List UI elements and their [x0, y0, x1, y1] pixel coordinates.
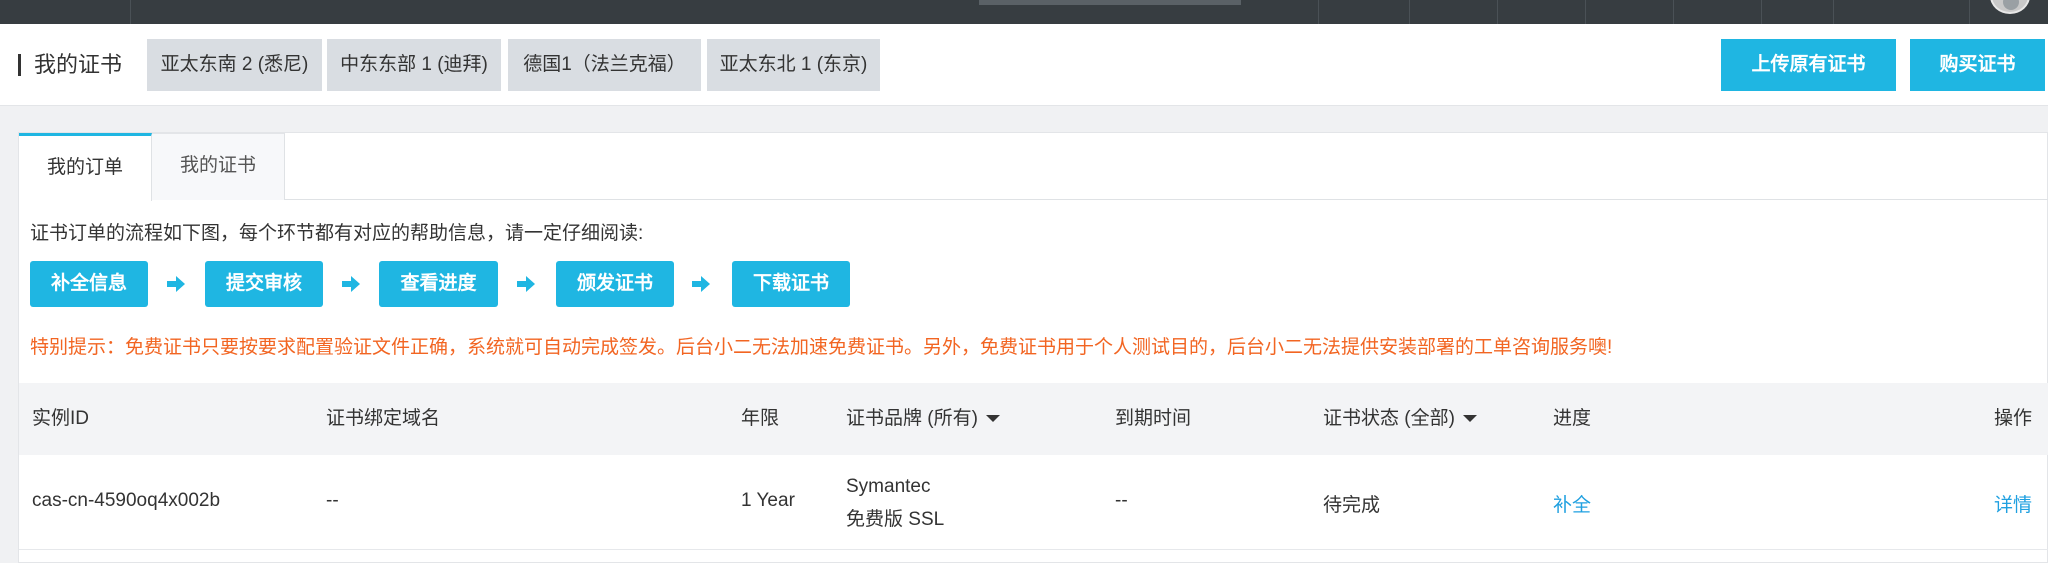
details-link[interactable]: 详情 — [1994, 490, 2032, 517]
search-input[interactable] — [979, 0, 1241, 5]
navbar-divider — [1585, 0, 1586, 24]
caret-down-icon — [985, 415, 1000, 423]
page-header: 我的证书 亚太东南 2 (悉尼) 中东东部 1 (迪拜) 德国1（法兰克福） 亚… — [0, 24, 2048, 106]
cell-brand-edition: 免费版 SSL — [846, 509, 945, 530]
arrow-right-icon — [342, 276, 360, 292]
arrow-right-icon — [167, 276, 185, 292]
buy-certificate-button[interactable]: 购买证书 — [1910, 39, 2045, 91]
page-title: 我的证书 — [18, 51, 122, 79]
navbar-divider — [1409, 0, 1410, 24]
column-brand-filter[interactable]: 证书品牌 (所有) — [846, 383, 1000, 455]
tab-bar: 我的订单 我的证书 — [19, 133, 2048, 201]
column-progress: 进度 — [1553, 408, 1592, 429]
navbar-divider — [1318, 0, 1319, 24]
cell-expire: -- — [1115, 490, 1128, 511]
column-expire: 到期时间 — [1115, 408, 1192, 429]
tab-my-certificates[interactable]: 我的证书 — [152, 133, 285, 200]
navbar-divider — [1969, 0, 1970, 24]
arrow-right-icon — [692, 276, 710, 292]
region-tab-tokyo[interactable]: 亚太东北 1 (东京) — [707, 39, 880, 91]
column-actions: 操作 — [1994, 408, 2033, 429]
column-brand-label: 证书品牌 (所有) — [846, 408, 978, 429]
complete-info-link[interactable]: 补全 — [1553, 490, 1591, 517]
upload-certificate-button[interactable]: 上传原有证书 — [1721, 39, 1896, 91]
navbar-divider — [1833, 0, 1834, 24]
cell-domain: -- — [326, 490, 339, 511]
cell-brand-name: Symantec — [846, 476, 931, 497]
main-panel: 我的订单 我的证书 证书订单的流程如下图，每个环节都有对应的帮助信息，请一定仔细… — [18, 132, 2048, 563]
process-intro-text: 证书订单的流程如下图，每个环节都有对应的帮助信息，请一定仔细阅读: — [30, 223, 644, 244]
table-row: cas-cn-4590oq4x002b -- 1 Year Symantec 免… — [19, 455, 2048, 550]
top-navbar — [0, 0, 2048, 24]
cell-status: 待完成 — [1323, 495, 1381, 516]
navbar-divider — [1761, 0, 1762, 24]
column-status-filter[interactable]: 证书状态 (全部) — [1323, 383, 1477, 455]
column-domain: 证书绑定域名 — [326, 408, 441, 429]
step-submit-review-button[interactable]: 提交审核 — [205, 261, 323, 307]
arrow-right-icon — [517, 276, 535, 292]
tab-my-orders[interactable]: 我的订单 — [19, 133, 152, 201]
navbar-divider — [1497, 0, 1498, 24]
special-notice: 特别提示：免费证书只要按要求配置验证文件正确，系统就可自动完成签发。后台小二无法… — [30, 337, 1613, 358]
region-tab-frankfurt[interactable]: 德国1（法兰克福） — [508, 39, 701, 91]
navbar-divider — [130, 0, 131, 24]
step-download-certificate-button[interactable]: 下载证书 — [732, 261, 850, 307]
region-tab-sydney[interactable]: 亚太东南 2 (悉尼) — [147, 39, 322, 91]
region-tab-dubai[interactable]: 中东东部 1 (迪拜) — [327, 39, 501, 91]
cell-instance-id: cas-cn-4590oq4x002b — [32, 490, 221, 511]
table-header: 实例ID 证书绑定域名 年限 证书品牌 (所有) 到期时间 证书状态 (全部) … — [19, 383, 2048, 455]
step-complete-info-button[interactable]: 补全信息 — [30, 261, 148, 307]
navbar-divider — [1673, 0, 1674, 24]
cell-years: 1 Year — [741, 490, 795, 511]
caret-down-icon — [1462, 415, 1477, 423]
column-years: 年限 — [741, 408, 780, 429]
column-instance-id: 实例ID — [32, 408, 90, 429]
step-issue-certificate-button[interactable]: 颁发证书 — [556, 261, 674, 307]
step-check-progress-button[interactable]: 查看进度 — [379, 261, 498, 307]
avatar[interactable] — [1990, 0, 2030, 14]
column-status-label: 证书状态 (全部) — [1323, 408, 1455, 429]
